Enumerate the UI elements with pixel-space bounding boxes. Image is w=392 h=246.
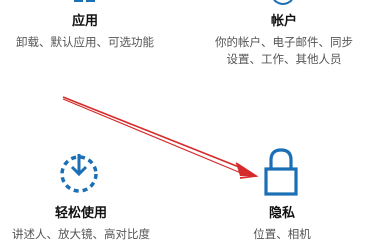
tile-title-accounts: 帐户	[270, 14, 297, 29]
settings-tile-apps[interactable]: 应用 卸载、默认应用、可选功能	[0, 14, 170, 51]
settings-tile-accounts[interactable]: 帐户 你的帐户、电子邮件、同步 设置、工作、其他人员	[196, 14, 372, 68]
tile-title-apps: 应用	[71, 14, 98, 29]
tile-desc-accounts-line2: 设置、工作、其他人员	[226, 52, 342, 66]
apps-icon	[74, 0, 95, 2]
tile-title-ease-of-access: 轻松使用	[54, 206, 107, 221]
settings-tile-privacy[interactable]: 隐私 位置、相机	[232, 206, 332, 243]
tile-desc-ease-of-access: 讲述人、放大镜、高对比度	[12, 227, 150, 241]
tile-desc-privacy: 位置、相机	[253, 227, 311, 241]
tile-desc-accounts-line1: 你的帐户、电子邮件、同步	[215, 35, 353, 49]
tile-title-privacy: 隐私	[268, 206, 295, 221]
lock-icon	[264, 148, 298, 196]
settings-tile-ease-of-access[interactable]: 轻松使用 讲述人、放大镜、高对比度	[0, 206, 162, 243]
ease-of-access-icon	[60, 154, 98, 193]
tile-desc-apps: 卸载、默认应用、可选功能	[16, 35, 154, 49]
person-icon	[273, 0, 293, 5]
